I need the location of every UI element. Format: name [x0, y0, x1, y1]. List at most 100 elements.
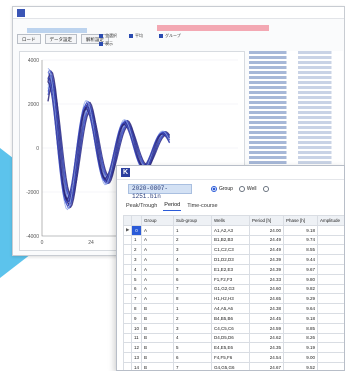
table-cell-group: A	[141, 263, 174, 275]
legend-item[interactable]: 表示	[99, 41, 129, 47]
column-header[interactable]: Period [h]	[249, 215, 284, 226]
record-id-field[interactable]: 2020-0807-1251.bin	[128, 184, 192, 200]
table-cell-idx: 5	[131, 273, 142, 285]
tab-period[interactable]: Period	[163, 201, 182, 211]
table-row[interactable]: 9B2B4,B5,B624.459.181.00	[123, 312, 344, 324]
background-window-titlebar	[13, 7, 344, 19]
legend-swatch-icon	[159, 34, 163, 38]
table-cell-amp: 1.00	[317, 263, 344, 275]
table-cell-period: 24.33	[249, 273, 284, 285]
table-row[interactable]: 7A8H1,H2,H324.659.291.00	[123, 293, 344, 305]
legend-item[interactable]: 全選択	[99, 33, 129, 39]
table-cell-group: A	[141, 244, 174, 256]
table-cell-period: 24.59	[249, 322, 284, 334]
period-analysis-window: K 2020-0807-1251.bin Group Well Peak/Tro…	[116, 165, 345, 371]
table-row[interactable]: 11B4D4,D5,D624.628.261.05	[123, 332, 344, 344]
table-cell-amp: 1.00	[317, 293, 344, 305]
table-cell-idx: 13	[131, 352, 142, 363]
column-header[interactable]: Wells	[211, 215, 250, 226]
table-row[interactable]: 4A5E1,E2,E324.399.671.00	[123, 263, 344, 275]
table-cell-amp: 1.00	[317, 312, 344, 324]
file-listing-line	[249, 66, 343, 69]
table-row[interactable]: 13B6F4,F5,F624.549.001.00	[123, 352, 344, 363]
column-header[interactable]	[131, 215, 142, 226]
table-cell-sub: 8	[173, 293, 212, 305]
table-cell-marker	[123, 234, 132, 246]
table-row[interactable]: 6A7G1,G2,G324.609.821.00	[123, 283, 344, 295]
table-row[interactable]: 5A6F1,F2,F324.339.801.02	[123, 273, 344, 285]
well-radio[interactable]: Well	[238, 186, 257, 192]
table-cell-wells: A4,A5,A6	[211, 303, 250, 314]
table-cell-wells: B1,B2,B3	[211, 234, 250, 246]
legend-label: 平均	[135, 33, 143, 38]
table-row[interactable]: 10B3C4,C5,C624.598.851.01	[123, 322, 344, 334]
table-row[interactable]: 8B1A4,A5,A624.389.641.00	[123, 303, 344, 314]
table-cell-sub: 6	[173, 273, 212, 285]
legend-swatch-icon	[99, 42, 103, 46]
file-listing-line	[249, 111, 343, 114]
table-cell-idx: 3	[131, 254, 142, 265]
legend-item[interactable]: 平均	[129, 33, 159, 39]
table-row[interactable]: 2A3C1,C2,C324.498.551.02	[123, 244, 344, 256]
file-listing-line	[249, 136, 343, 139]
table-cell-wells: C1,C2,C3	[211, 244, 250, 256]
column-header[interactable]: Sub-group	[173, 215, 212, 226]
table-cell-sub: 7	[173, 283, 212, 295]
tab-time-course[interactable]: Time-course	[186, 202, 218, 211]
legend-swatch-icon	[129, 34, 133, 38]
table-cell-wells: E4,E5,E6	[211, 342, 250, 354]
table-row[interactable]: 1A2B1,B2,B324.499.741.00	[123, 234, 344, 246]
table-cell-phase: 9.67	[283, 263, 318, 275]
table-cell-period: 24.00	[249, 224, 284, 236]
screenshot-stage: ロード データ設定 解析設定 全選択 平均 グループ 表示 4000 2000 0-…	[0, 0, 345, 371]
legend-item[interactable]: グループ	[159, 33, 189, 39]
table-cell-wells: H1,H2,H3	[211, 293, 250, 305]
table-cell-wells: G1,G2,G3	[211, 283, 250, 295]
table-row[interactable]: ▶0A1A1,A2,A324.009.181.00	[123, 224, 344, 236]
table-cell-amp: 1.00	[317, 234, 344, 246]
table-cell-group: B	[141, 322, 174, 334]
table-cell-idx: 4	[131, 263, 142, 275]
table-cell-wells: D1,D2,D3	[211, 254, 250, 265]
table-cell-phase: 8.85	[283, 322, 318, 334]
column-header[interactable]: Amplitude	[317, 215, 344, 226]
table-cell-sub: 1	[173, 224, 212, 236]
table-cell-wells: F1,F2,F3	[211, 273, 250, 285]
table-cell-amp: 1.02	[317, 244, 344, 256]
table-cell-group: B	[141, 352, 174, 363]
y-tick-label: 2000	[28, 102, 39, 108]
table-cell-group: A	[141, 273, 174, 285]
selected-file-highlight	[27, 28, 87, 33]
table-cell-amp: 1.00	[317, 283, 344, 295]
file-listing-line	[249, 96, 343, 99]
table-cell-sub: 6	[173, 352, 212, 363]
table-cell-period: 24.67	[249, 361, 284, 370]
table-cell-group: A	[141, 283, 174, 295]
load-button[interactable]: ロード	[17, 34, 41, 44]
file-listing-line	[249, 106, 343, 109]
table-cell-group: B	[141, 303, 174, 314]
table-cell-phase: 9.80	[283, 273, 318, 285]
table-cell-sub: 4	[173, 332, 212, 344]
tab-peak-trough[interactable]: Peak/Trough	[125, 202, 158, 211]
table-row[interactable]: 12B5E4,E5,E624.359.191.04	[123, 342, 344, 354]
period-table-container[interactable]: Group Sub-group Wells Period [h] Phase […	[123, 215, 344, 370]
legend-label: 表示	[105, 41, 113, 46]
table-cell-period: 24.38	[249, 303, 284, 314]
column-header[interactable]: Phase [h]	[283, 215, 318, 226]
table-cell-sub: 4	[173, 254, 212, 265]
table-cell-group: B	[141, 361, 174, 370]
data-settings-button[interactable]: データ設定	[44, 34, 77, 44]
file-listing-line	[249, 101, 343, 104]
table-cell-marker	[123, 244, 132, 256]
column-header[interactable]: Group	[141, 215, 174, 226]
group-radio[interactable]: Group	[211, 186, 233, 192]
table-row[interactable]: 3A4D1,D2,D324.399.441.00	[123, 254, 344, 265]
table-cell-sub: 7	[173, 361, 212, 370]
table-cell-group: B	[141, 312, 174, 324]
table-cell-phase: 9.18	[283, 312, 318, 324]
table-row[interactable]: 14B7G4,G5,G624.679.521.00	[123, 361, 344, 370]
table-cell-idx: 1	[131, 234, 142, 246]
table-cell-phase: 9.29	[283, 293, 318, 305]
table-cell-idx: 0	[131, 224, 142, 236]
